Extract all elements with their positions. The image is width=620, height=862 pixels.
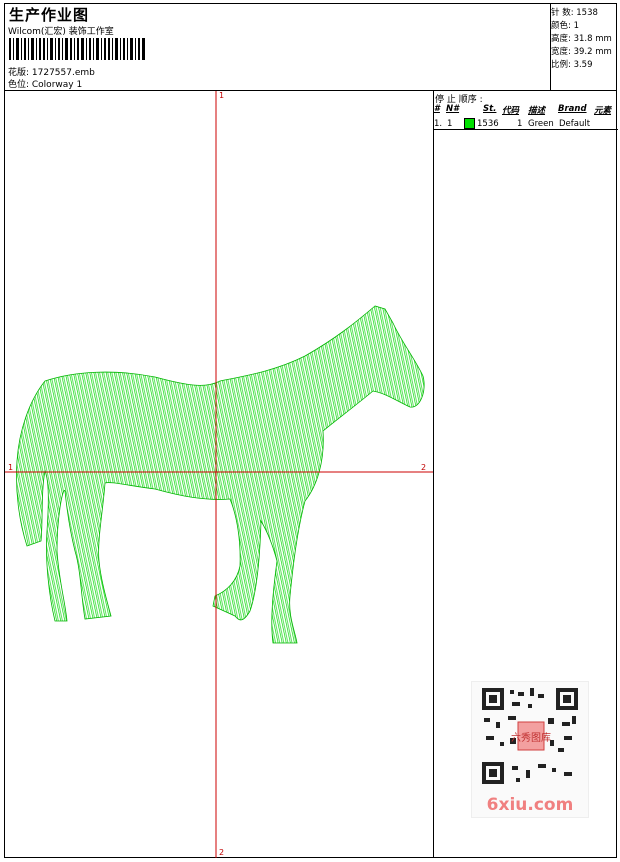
horse-shape <box>16 305 425 644</box>
stat-width: 宽度: 39.2 mm <box>551 47 612 57</box>
table-row-divider <box>433 129 618 130</box>
qr-code-icon: 六秀图库 6xiu.com <box>482 688 578 815</box>
horse-embroidery-design <box>5 91 433 858</box>
stat-scale: 比例: 3.59 <box>551 60 593 70</box>
thread-color-swatch <box>464 118 475 129</box>
col-header-code: 代码 <box>502 106 520 116</box>
worksheet-subtitle: Wilcom(汇宏) 装饰工作室 <box>8 27 114 37</box>
stat-colors: 颜色: 1 <box>551 21 579 31</box>
col-header-hash: # <box>434 104 440 114</box>
colorway: 色位: Colorway 1 <box>8 80 83 90</box>
row-code: 1 <box>517 119 523 129</box>
row-n: 1 <box>447 119 453 129</box>
column-divider <box>433 90 434 857</box>
stat-stitches: 针 数: 1538 <box>551 8 598 18</box>
worksheet-title: 生产作业图 <box>9 6 90 24</box>
axis-label-left: 1 <box>8 463 14 472</box>
worksheet: 生产作业图 Wilcom(汇宏) 装饰工作室 花版: 1727557.emb 色… <box>4 3 618 858</box>
qr-watermark: 六秀图库 6xiu.com <box>471 681 589 818</box>
watermark-stamp: 六秀图库 <box>511 731 551 744</box>
barcode <box>9 38 145 60</box>
design-canvas: 1 2 1 2 <box>5 91 433 858</box>
col-header-element: 元素 <box>594 106 612 116</box>
row-description: Green <box>528 119 554 129</box>
axis-label-bottom: 2 <box>219 848 225 857</box>
axis-label-top: 1 <box>219 91 225 100</box>
watermark-text: 6xiu.com <box>487 795 574 815</box>
col-header-n: N# <box>446 104 460 114</box>
axis-label-right: 2 <box>421 463 427 472</box>
row-number: 1. <box>434 119 443 129</box>
col-header-stitches: St. <box>483 104 497 114</box>
col-header-brand: Brand <box>558 104 587 114</box>
col-header-description: 描述 <box>528 106 546 116</box>
row-stitches: 1536 <box>477 119 499 129</box>
row-brand: Default <box>559 119 591 129</box>
stat-height: 高度: 31.8 mm <box>551 34 612 44</box>
